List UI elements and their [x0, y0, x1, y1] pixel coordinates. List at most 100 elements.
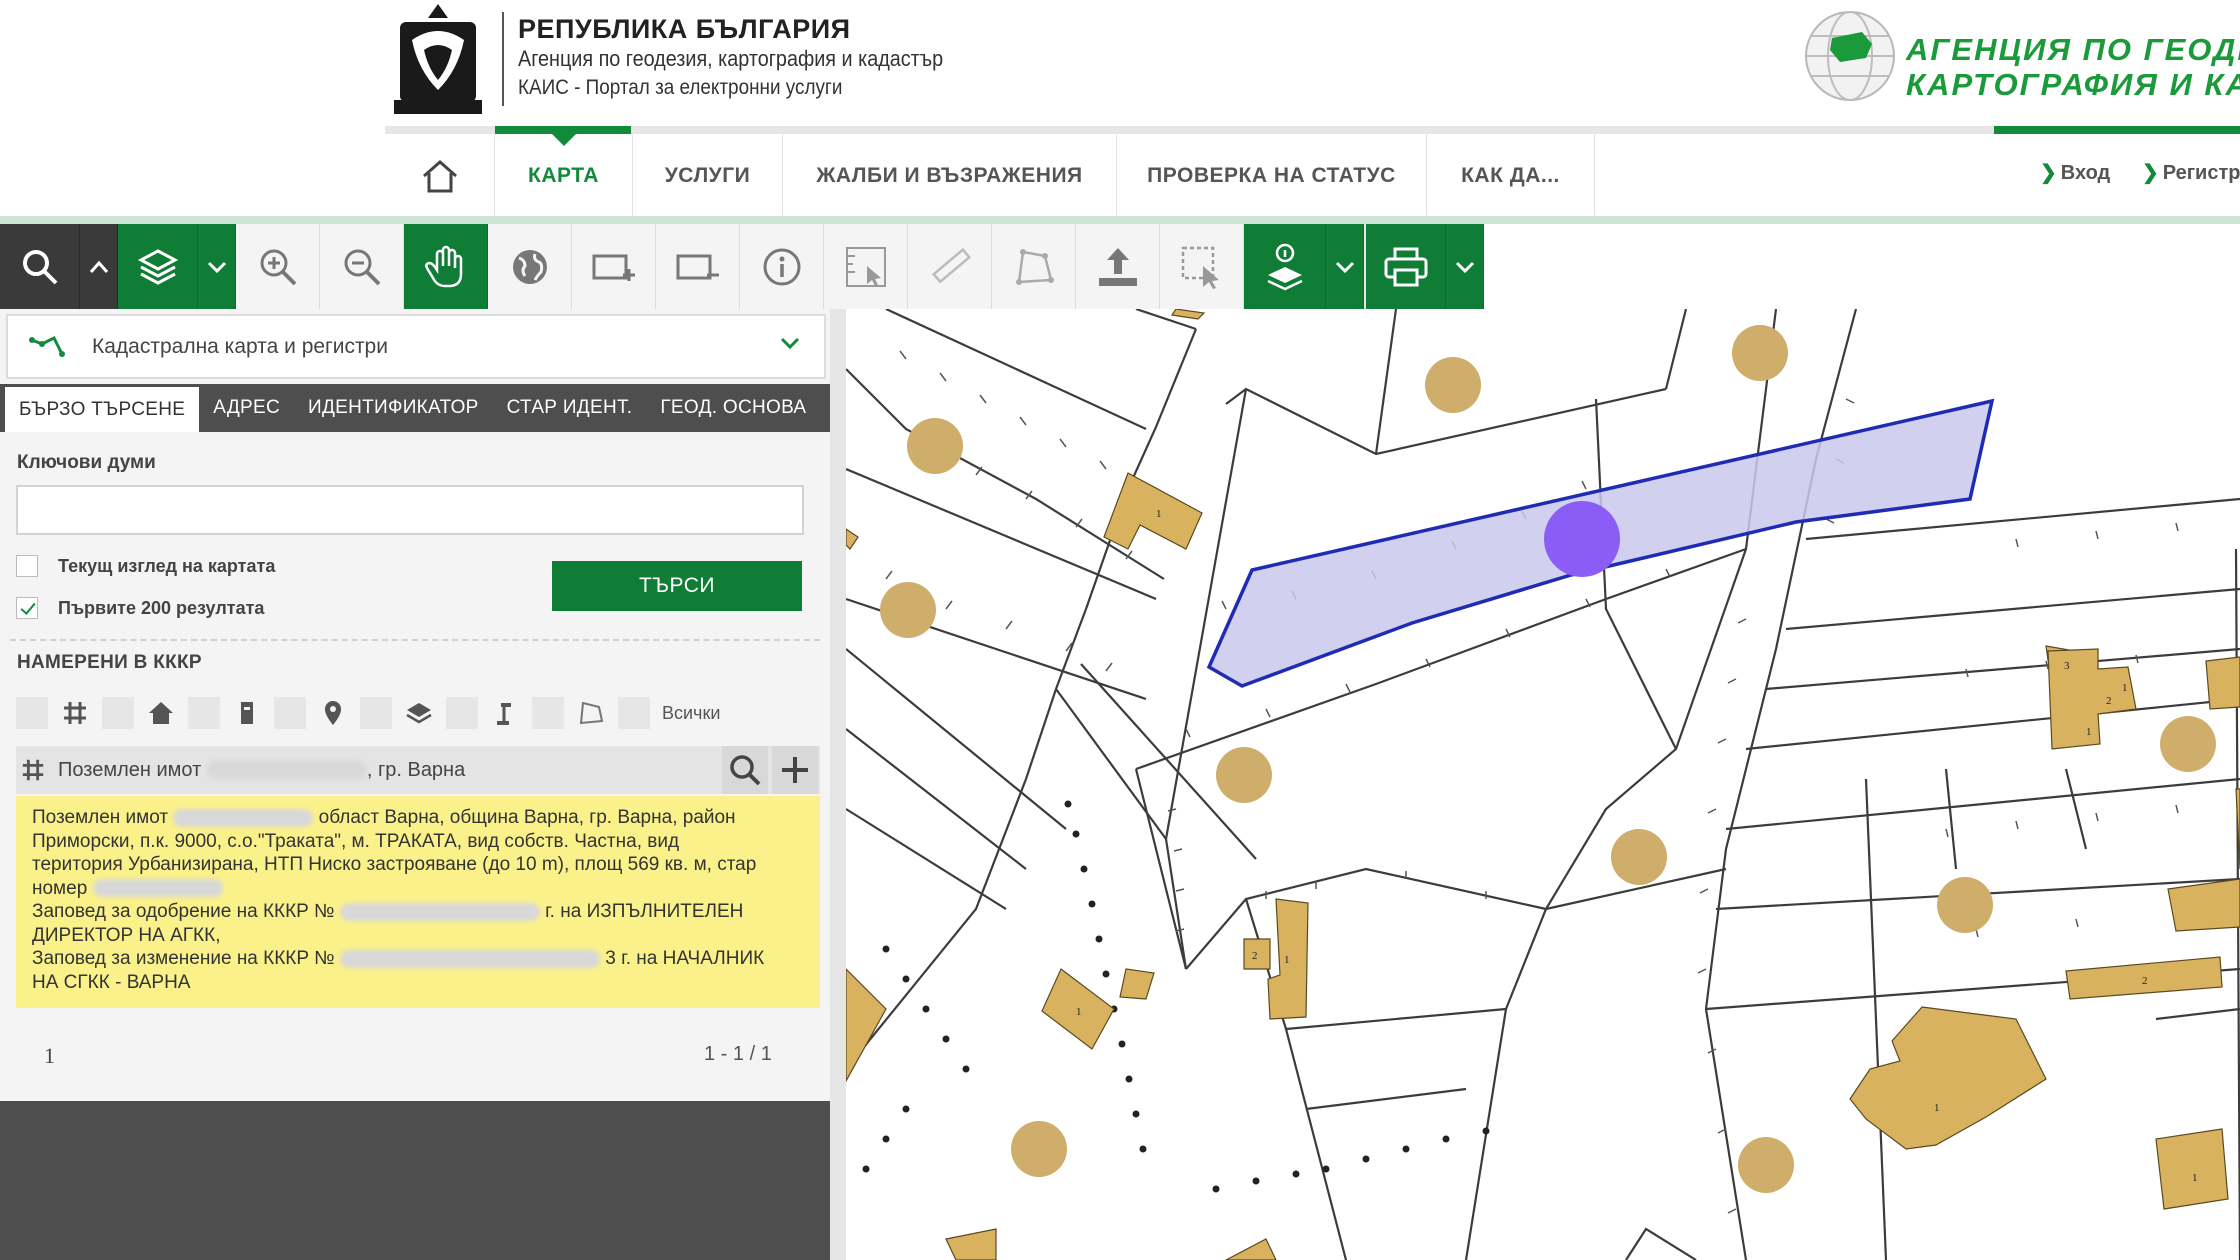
current-view-checkbox[interactable]	[16, 555, 38, 577]
add-result-button[interactable]	[772, 746, 818, 794]
map-marker[interactable]	[880, 582, 936, 638]
full-extent-button[interactable]	[488, 224, 572, 309]
nav-services[interactable]: УСЛУГИ	[633, 134, 783, 218]
nav-how-to-label: КАК ДА...	[1461, 164, 1560, 187]
nav-status-check-label: ПРОВЕРКА НА СТАТУС	[1147, 164, 1396, 187]
chevron-right-icon: ❯	[2142, 162, 2159, 184]
keywords-label: Ключови думи	[17, 452, 156, 473]
logo-divider	[502, 12, 504, 106]
map-marker[interactable]	[1425, 357, 1481, 413]
upload-button[interactable]	[1076, 224, 1160, 309]
filter-checkbox[interactable]	[446, 697, 478, 729]
filter-checkbox[interactable]	[16, 697, 48, 729]
map-marker[interactable]	[1611, 829, 1667, 885]
zoom-in-icon	[260, 249, 296, 285]
nav-status-check[interactable]: ПРОВЕРКА НА СТАТУС	[1117, 134, 1427, 218]
zoom-box-out-button[interactable]	[656, 224, 740, 309]
building	[2047, 648, 2137, 750]
map-marker[interactable]	[1937, 877, 1993, 933]
map-marker[interactable]	[2160, 716, 2216, 772]
building	[1849, 1006, 2047, 1150]
measure-distance-button[interactable]	[908, 224, 992, 309]
zoom-out-icon	[344, 249, 380, 285]
building	[2167, 878, 2240, 932]
draw-polygon-button[interactable]	[992, 224, 1076, 309]
filter-checkbox[interactable]	[532, 697, 564, 729]
building-number: 1	[1934, 1102, 1940, 1114]
filter-checkbox[interactable]	[360, 697, 392, 729]
first-200-checkbox[interactable]	[16, 597, 38, 619]
detail-line-3: Приморски, п.к. 9000, с.о."Траката", м. …	[32, 830, 680, 852]
current-view-label: Текущ изглед на картата	[58, 555, 276, 576]
pan-button[interactable]	[404, 224, 488, 309]
detail-line-10: 3 г. на НАЧАЛНИК	[605, 948, 765, 969]
identify-button[interactable]	[740, 224, 824, 309]
search-button[interactable]: ТЪРСИ	[552, 561, 802, 611]
print-dropdown-button[interactable]	[1446, 224, 1484, 309]
filter-checkbox[interactable]	[188, 697, 220, 729]
print-icon	[1384, 247, 1427, 286]
nav-complaints[interactable]: ЖАЛБИ И ВЪЗРАЖЕНИЯ	[783, 134, 1117, 218]
tab-quick-search[interactable]: БЪРЗО ТЪРСЕНЕ	[5, 387, 200, 432]
result-row[interactable]: Поземлен имот , гр. Варна	[16, 746, 820, 794]
current-view-option[interactable]: Текущ изглед на картата	[16, 555, 275, 577]
active-caret	[550, 132, 578, 146]
collapse-panel-button[interactable]	[80, 224, 118, 309]
tab-old-identifier[interactable]: СТАР ИДЕНТ.	[493, 384, 647, 432]
nav-map[interactable]: КАРТА	[495, 132, 633, 218]
filter-checkbox[interactable]	[102, 697, 134, 729]
tab-identifier[interactable]: ИДЕНТИФИКАТОР	[294, 384, 493, 432]
building-number: 2	[2142, 975, 2148, 987]
layers-button[interactable]	[118, 224, 198, 309]
chevron-down-icon	[780, 337, 800, 350]
section-divider	[10, 639, 820, 641]
panel-splitter[interactable]	[830, 309, 846, 1260]
map-pin-icon	[316, 696, 350, 730]
keywords-input[interactable]	[16, 485, 804, 535]
filter-checkbox-all[interactable]	[618, 697, 650, 729]
nav-home[interactable]	[385, 134, 495, 218]
layer-select-label: Кадастрална карта и регистри	[92, 334, 388, 358]
zoom-in-button[interactable]	[236, 224, 320, 309]
zoom-box-in-button[interactable]	[572, 224, 656, 309]
redacted-text	[339, 902, 540, 921]
nav-complaints-label: ЖАЛБИ И ВЪЗРАЖЕНИЯ	[816, 164, 1083, 187]
zoom-to-result-button[interactable]	[722, 746, 768, 794]
layer-info-dropdown-button[interactable]	[1326, 224, 1364, 309]
chevron-down-icon	[207, 261, 226, 273]
select-area-button[interactable]	[1160, 224, 1244, 309]
filter-checkbox[interactable]	[274, 697, 306, 729]
zoom-out-button[interactable]	[320, 224, 404, 309]
measure-area-button[interactable]	[824, 224, 908, 309]
print-button[interactable]	[1364, 224, 1446, 309]
apartment-icon	[230, 696, 264, 730]
login-link[interactable]: ❯ Вход	[2040, 160, 2110, 185]
building-number: 1	[2192, 1172, 2198, 1184]
parcel-grid-icon	[58, 696, 92, 730]
register-link[interactable]: ❯ Регистр	[2142, 160, 2240, 185]
map-marker[interactable]	[907, 418, 963, 474]
building	[1170, 309, 1206, 320]
map-marker[interactable]	[1011, 1121, 1067, 1177]
search-tool-button[interactable]	[0, 224, 80, 309]
tab-geodetic-base[interactable]: ГЕОД. ОСНОВА	[646, 384, 820, 432]
layer-select[interactable]: Кадастрална карта и регистри	[6, 314, 826, 379]
cadastral-map[interactable]: 1 1 3 1 2 2 1 1 2 1 1	[846, 309, 2240, 1260]
layers-dropdown-button[interactable]	[198, 224, 236, 309]
map-marker[interactable]	[1216, 747, 1272, 803]
agency-name: АГЕНЦИЯ ПО ГЕОДЕЗ КАРТОГРАФИЯ И КА	[1906, 32, 2240, 102]
agency-name-line1: АГЕНЦИЯ ПО ГЕОДЕЗ	[1906, 32, 2240, 67]
tab-address[interactable]: АДРЕС	[199, 384, 294, 432]
map-marker[interactable]	[1732, 325, 1788, 381]
building	[846, 968, 887, 1083]
first-200-option[interactable]: Първите 200 резултата	[16, 597, 264, 619]
agency-globe-logo	[1805, 11, 1895, 101]
network-icon	[29, 335, 65, 357]
result-type-filters: Всички	[16, 693, 720, 733]
map-canvas[interactable]: 1 1 3 1 2 2 1 1 2 1 1	[846, 309, 2240, 1260]
pager-page-number[interactable]: 1	[44, 1043, 55, 1069]
building	[945, 1228, 997, 1260]
nav-how-to[interactable]: КАК ДА...	[1427, 134, 1595, 218]
map-marker[interactable]	[1738, 1137, 1794, 1193]
layer-info-button[interactable]	[1244, 224, 1326, 309]
